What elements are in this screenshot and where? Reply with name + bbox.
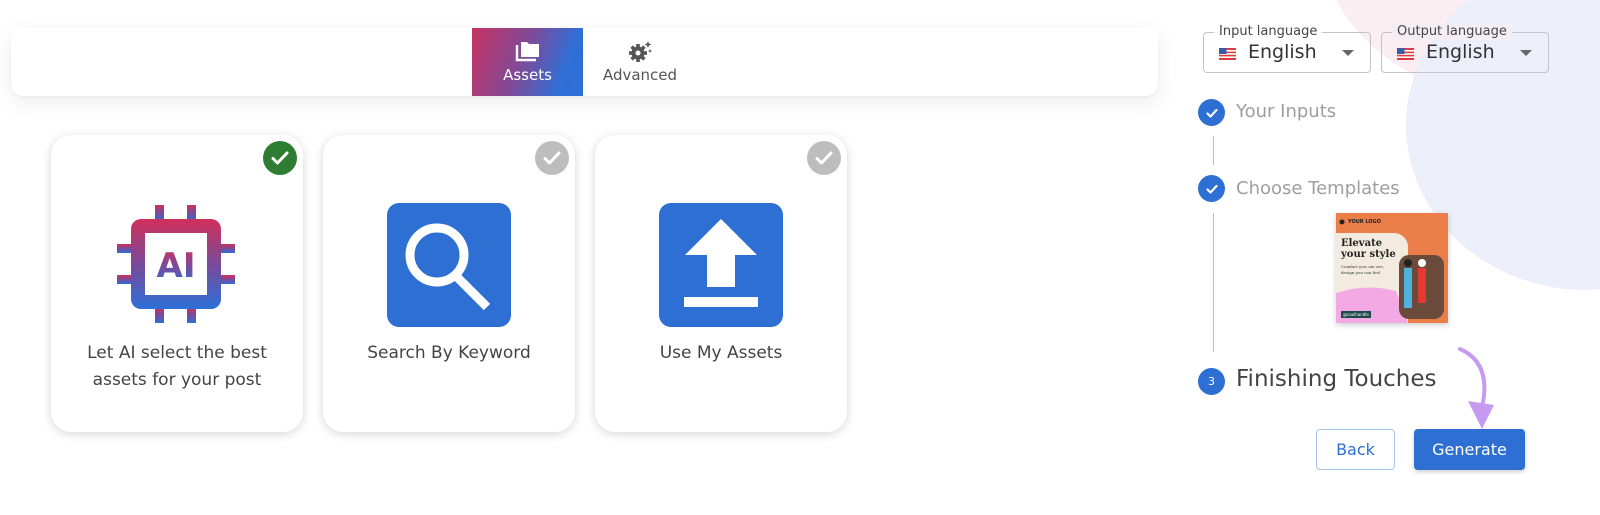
asset-option-search-label: Search By Keyword bbox=[367, 343, 531, 363]
annotation-arrow-icon bbox=[1458, 347, 1494, 429]
svg-text:AI: AI bbox=[157, 246, 196, 286]
unselected-check-icon bbox=[807, 141, 841, 175]
asset-option-search[interactable]: Search By Keyword bbox=[323, 135, 575, 432]
selected-template-thumbnail[interactable]: YOUR LOGO Elevate your style Comfort you… bbox=[1336, 213, 1448, 323]
search-icon bbox=[387, 203, 511, 327]
template-logo-text: YOUR LOGO bbox=[1348, 219, 1381, 225]
folder-copy-icon bbox=[515, 42, 539, 62]
step-done-icon bbox=[1198, 175, 1225, 202]
step-connector bbox=[1213, 136, 1214, 165]
asset-option-ai-label: Let AI select the best assets for your p… bbox=[87, 343, 267, 390]
step-finishing-touches[interactable]: Finishing Touches bbox=[1236, 366, 1437, 392]
input-language-value: English bbox=[1248, 41, 1317, 63]
output-language-value: English bbox=[1426, 41, 1495, 63]
tab-bar: Assets Advanced bbox=[11, 28, 1158, 96]
step-connector bbox=[1213, 213, 1214, 352]
asset-option-upload-label: Use My Assets bbox=[659, 343, 783, 363]
asset-option-ai[interactable]: AI Let AI select the best assets for you… bbox=[51, 135, 303, 432]
step-number: 3 bbox=[1208, 375, 1215, 388]
step-choose-templates[interactable]: Choose Templates bbox=[1236, 178, 1400, 199]
selected-check-icon bbox=[263, 141, 297, 175]
tab-advanced-label: Advanced bbox=[602, 66, 678, 84]
step-number-badge: 3 bbox=[1198, 368, 1225, 395]
us-flag-icon bbox=[1219, 48, 1236, 60]
step-done-icon bbox=[1198, 99, 1225, 126]
ai-chip-icon: AI bbox=[117, 205, 235, 323]
tab-assets[interactable]: Assets bbox=[472, 28, 583, 96]
upload-icon bbox=[659, 203, 783, 327]
us-flag-icon bbox=[1397, 48, 1414, 60]
back-button[interactable]: Back bbox=[1316, 429, 1395, 470]
template-handle: @coolhandle bbox=[1341, 311, 1371, 318]
step-your-inputs[interactable]: Your Inputs bbox=[1236, 101, 1336, 122]
template-subtext: Comfort you can see, design you can feel bbox=[1341, 264, 1384, 275]
output-language-select[interactable]: Output language English bbox=[1381, 24, 1549, 73]
input-language-select[interactable]: Input language English bbox=[1203, 24, 1371, 73]
generate-button[interactable]: Generate bbox=[1414, 429, 1525, 470]
output-language-legend: Output language bbox=[1392, 24, 1512, 40]
input-language-legend: Input language bbox=[1214, 24, 1323, 40]
tab-advanced[interactable]: Advanced bbox=[584, 28, 696, 96]
template-headline: Elevate your style bbox=[1341, 238, 1396, 260]
caret-down-icon bbox=[1342, 50, 1354, 56]
asset-option-upload[interactable]: Use My Assets bbox=[595, 135, 847, 432]
caret-down-icon bbox=[1520, 50, 1532, 56]
unselected-check-icon bbox=[535, 141, 569, 175]
tab-assets-label: Assets bbox=[503, 66, 552, 84]
gear-sparkle-icon bbox=[629, 41, 652, 62]
